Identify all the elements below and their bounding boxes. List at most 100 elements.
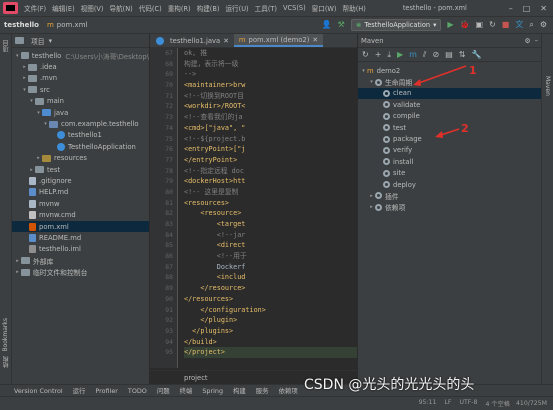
settings-icon[interactable]: ⚙ [525, 37, 531, 45]
project-tree-item[interactable]: HELP.md [12, 187, 149, 198]
lifecycle-phase-install[interactable]: install [358, 156, 541, 167]
code-lines[interactable]: ok, 推构建，表示将一级 --> <maintainer>brw <!--切换到RO… [184, 48, 357, 368]
add-icon[interactable]: + [375, 50, 382, 60]
bottom-tool-button[interactable]: 构建 [233, 386, 246, 395]
project-tree-item[interactable]: README.md [12, 232, 149, 243]
bottom-tool-button[interactable]: Spring [202, 387, 223, 395]
project-tree-item[interactable]: ▾ java [12, 107, 149, 118]
project-tree-item[interactable]: ▸ .idea [12, 61, 149, 72]
chevron-down-icon[interactable]: ▾ [28, 98, 35, 104]
status-item[interactable]: LF [444, 399, 451, 408]
code-line[interactable]: <maintainer>brw [184, 80, 357, 91]
code-line[interactable]: Dockerf [184, 262, 357, 273]
memory-indicator[interactable]: 410/725M [516, 400, 553, 407]
project-tree-item[interactable]: ▾ main [12, 96, 149, 107]
bottom-tool-button[interactable]: Version Control [14, 387, 63, 395]
minimize-icon[interactable]: – [535, 37, 538, 45]
debug-icon[interactable]: 🐞 [460, 20, 470, 30]
bottom-tool-button[interactable]: 运行 [73, 386, 86, 395]
code-line[interactable]: <dockerHost>htt [184, 176, 357, 187]
maximize-icon[interactable]: □ [523, 4, 531, 13]
project-panel-title[interactable]: 项目 [31, 36, 45, 46]
menu-file[interactable]: 文件(F) [21, 3, 49, 13]
menu-tools[interactable]: 工具(T) [252, 3, 280, 13]
lifecycle-phase-test[interactable]: test [358, 122, 541, 133]
menu-build[interactable]: 构建(B) [194, 3, 223, 13]
code-line[interactable]: <!--查看我们的ja [184, 112, 357, 123]
code-line[interactable]: </resources> [184, 294, 357, 305]
code-line[interactable]: 构建，表示将一级 [184, 59, 357, 70]
menu-refactor[interactable]: 重构(R) [165, 3, 194, 13]
stop-icon[interactable]: ■ [502, 20, 510, 30]
chevron-down-icon[interactable]: ▾ [42, 121, 49, 127]
project-tool-label[interactable]: 项目 [2, 40, 11, 52]
project-tree-item[interactable]: ▸ resources [12, 153, 149, 164]
bottom-tool-button[interactable]: TODO [128, 387, 147, 395]
project-tree-item[interactable]: mvnw [12, 198, 149, 209]
breadcrumb-file[interactable]: m pom.xml [43, 21, 92, 29]
menu-navigate[interactable]: 导航(N) [106, 3, 135, 13]
code-line[interactable]: <cmd>["java", " [184, 123, 357, 134]
menu-run[interactable]: 运行(U) [222, 3, 251, 13]
run-configuration-select[interactable]: ❀ TesthelloApplication ▾ [350, 19, 442, 31]
project-tree-item[interactable]: ▾ testhello C:\Users\小涛哥\Desktop\ [12, 50, 149, 61]
lifecycle-phase-clean[interactable]: clean [358, 87, 541, 100]
menu-vcs[interactable]: VCS(S) [280, 4, 309, 12]
code-line[interactable]: --> [184, 69, 357, 80]
project-tree-item[interactable]: ▸ .mvn [12, 73, 149, 84]
bookmarks-tool-label[interactable]: Bookmarks [2, 318, 9, 352]
chevron-right-icon[interactable]: ▸ [21, 64, 28, 70]
lifecycle-phase-compile[interactable]: compile [358, 111, 541, 122]
chevron-right-icon[interactable]: ▸ [35, 155, 42, 161]
lifecycle-phase-deploy[interactable]: deploy [358, 179, 541, 190]
bottom-tool-button[interactable]: 终端 [180, 386, 193, 395]
code-line[interactable]: </resource> [184, 283, 357, 294]
project-tree-item[interactable]: mvnw.cmd [12, 209, 149, 220]
project-tree-item[interactable]: testhello.iml [12, 244, 149, 255]
code-line[interactable]: <target [184, 219, 357, 230]
profile-icon[interactable]: ↻ [489, 20, 496, 30]
code-line[interactable]: ok, 推 [184, 48, 357, 59]
dependency-diagram-icon[interactable]: ▤ [445, 50, 453, 60]
maven-tool-label[interactable]: Maven [544, 76, 551, 96]
project-tree-item[interactable]: ▾ com.example.testhello [12, 118, 149, 129]
chevron-right-icon[interactable]: ▸ [28, 167, 35, 173]
user-icon[interactable]: 👤 [322, 20, 332, 30]
menu-window[interactable]: 窗口(W) [309, 3, 340, 13]
code-editor[interactable]: 67 68 69 70 71 72 73 74 75 76 77 78 79 80 81 82 83 84 85 86… [150, 48, 357, 368]
code-line[interactable]: <!--指定远程 doc [184, 166, 357, 177]
close-icon[interactable]: ✕ [223, 37, 229, 45]
code-line[interactable]: <direct [184, 240, 357, 251]
lifecycle-phase-verify[interactable]: verify [358, 145, 541, 156]
chevron-down-icon[interactable]: ▾ [21, 87, 28, 93]
project-tree-item[interactable]: ▸ 临时文件和控制台 [12, 266, 149, 277]
code-line[interactable]: <!--jar [184, 230, 357, 241]
breadcrumb-project[interactable]: testhello [0, 21, 43, 29]
bottom-tool-button[interactable]: 依赖项 [279, 386, 298, 395]
translate-icon[interactable]: 文 [515, 20, 523, 30]
menu-view[interactable]: 视图(V) [78, 3, 107, 13]
tab-testhello1-java[interactable]: testhello1.java ✕ [150, 34, 234, 47]
code-line[interactable]: </build> [184, 337, 357, 348]
search-icon[interactable]: ⌕ [529, 20, 533, 30]
bottom-tool-button[interactable]: Profiler [95, 387, 118, 395]
project-tree-item[interactable]: ▾ src [12, 84, 149, 95]
chevron-right-icon[interactable]: ▸ [14, 269, 21, 275]
build-hammer-icon[interactable]: ⚒ [338, 20, 345, 30]
code-line[interactable]: </plugin> [184, 315, 357, 326]
chevron-down-icon[interactable]: ▾ [14, 53, 21, 59]
code-line[interactable]: <!--${project.b [184, 134, 357, 145]
project-tree-item[interactable]: ▸ test [12, 164, 149, 175]
bottom-tool-button[interactable]: 服务 [256, 386, 269, 395]
code-line[interactable]: </plugins> [184, 326, 357, 337]
status-item[interactable]: 4 个空格 [485, 399, 509, 408]
maven-project-row[interactable]: ▾ m demo2 [358, 65, 541, 76]
skip-tests-icon[interactable]: ⊘ [432, 50, 439, 60]
code-line[interactable]: </entryPoint> [184, 155, 357, 166]
reload-icon[interactable]: ↻ [362, 50, 369, 60]
minimize-icon[interactable]: – [509, 4, 513, 13]
project-tree-item[interactable]: pom.xml [12, 220, 149, 233]
maven-plugins-row[interactable]: ▸ 插件 [358, 190, 541, 201]
code-line[interactable]: <!-- 这里是复制 [184, 187, 357, 198]
collapse-icon[interactable]: ⇅ [459, 50, 466, 60]
